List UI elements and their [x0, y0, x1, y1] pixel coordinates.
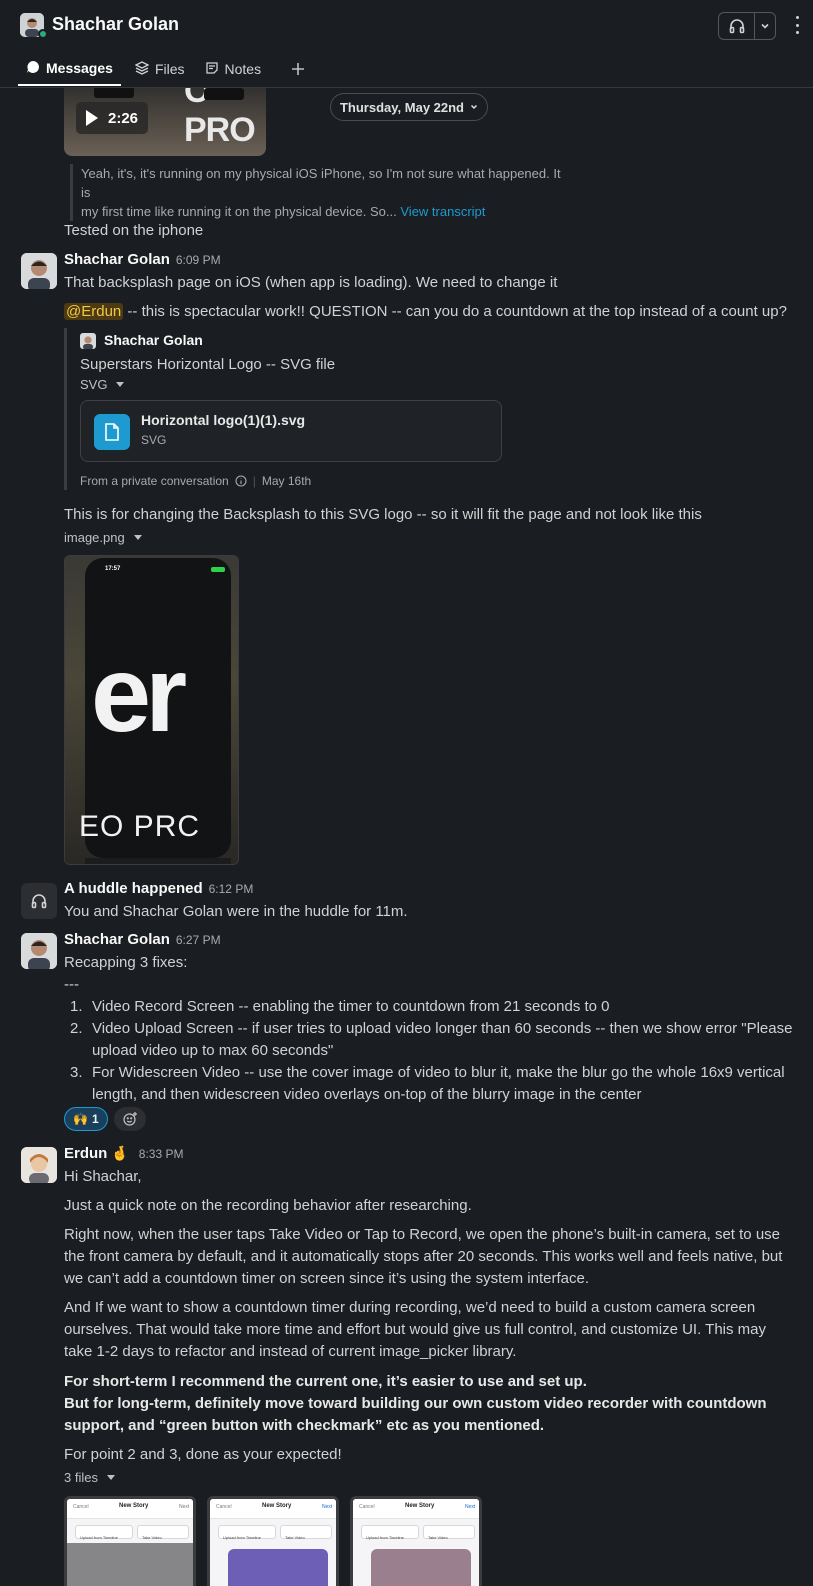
- note-icon: [205, 61, 219, 78]
- shared-date[interactable]: May 16th: [262, 474, 311, 488]
- message-timestamp[interactable]: 6:09 PM: [176, 253, 221, 267]
- presence-indicator: [38, 29, 48, 39]
- files-toggle[interactable]: 3 files: [64, 1470, 116, 1485]
- message-text-bold: For short-term I recommend the current o…: [64, 1373, 587, 1390]
- avatar[interactable]: [21, 933, 57, 969]
- file-thumbnail[interactable]: Cancel New Story Next Upload from Timeli…: [64, 1496, 196, 1586]
- info-icon[interactable]: [235, 475, 247, 487]
- channel-title[interactable]: Shachar Golan: [52, 14, 179, 35]
- transcript-line: my first time like running it on the phy…: [81, 204, 397, 219]
- message-timestamp[interactable]: 6:27 PM: [176, 933, 221, 947]
- file-type-label: SVG: [80, 377, 108, 392]
- avatar[interactable]: [21, 1147, 57, 1183]
- headphones-icon[interactable]: [719, 13, 755, 39]
- message-author[interactable]: Shachar Golan: [64, 931, 170, 948]
- message-text-bold: But for long-term, definitely move towar…: [64, 1395, 767, 1434]
- message-text: And If we want to show a countdown timer…: [64, 1299, 767, 1360]
- message-text: Tested on the iphone: [64, 222, 204, 239]
- shared-source: From a private conversation: [80, 474, 229, 488]
- message-list[interactable]: O PRO 2:26 Thursday, May 22nd Yeah, it's…: [0, 88, 813, 1586]
- video-duration: 2:26: [108, 109, 139, 127]
- transcript-preview: Yeah, it's, it's running on my physical …: [70, 164, 570, 221]
- file-name: Horizontal logo(1)(1).svg: [141, 412, 306, 428]
- huddle-button[interactable]: [718, 12, 776, 40]
- tab-label: Notes: [224, 61, 262, 77]
- image-bottom-text: EO PRC: [79, 810, 201, 843]
- huddle-icon: [21, 883, 57, 919]
- shared-meta: From a private conversation | May 16th: [80, 474, 312, 488]
- file-type: SVG: [141, 433, 167, 447]
- tab-bar: Messages Files Notes: [0, 52, 315, 88]
- caret-down-icon: [116, 381, 125, 387]
- message-text: That backsplash page on iOS (when app is…: [64, 274, 558, 291]
- huddle-title[interactable]: A huddle happened: [64, 880, 203, 897]
- more-options-icon[interactable]: [794, 14, 800, 36]
- reaction-emoji: 🙌: [73, 1112, 88, 1126]
- list-item: 2. Video Upload Screen -- if user tries t…: [70, 1020, 793, 1059]
- avatar[interactable]: [21, 253, 57, 289]
- message-text: Hi Shachar,: [64, 1168, 142, 1185]
- message-text: For point 2 and 3, done as your expected…: [64, 1446, 342, 1463]
- chevron-down-icon: [470, 104, 478, 110]
- channel-header: Shachar Golan Messages Files Notes: [0, 0, 813, 88]
- message-text: @Erdun -- this is spectacular work!! QUE…: [64, 301, 804, 323]
- tab-files[interactable]: Files: [127, 52, 193, 86]
- file-thumbnail[interactable]: Cancel New Story Next Upload from Timeli…: [350, 1496, 482, 1586]
- image-toggle[interactable]: image.png: [64, 530, 143, 545]
- phone-time: 17:57: [105, 566, 121, 572]
- reaction-count: 1: [91, 1112, 99, 1126]
- shared-author[interactable]: Shachar Golan: [104, 332, 203, 348]
- file-thumbnail[interactable]: Cancel New Story Next Upload from Timeli…: [207, 1496, 339, 1586]
- message-author[interactable]: Shachar Golan: [64, 251, 170, 268]
- tab-label: Files: [154, 61, 185, 77]
- files-count-label: 3 files: [64, 1470, 98, 1485]
- video-thumbnail[interactable]: O PRO 2:26: [64, 88, 266, 156]
- image-attachment[interactable]: 17:57 er EO PRC: [64, 555, 239, 865]
- list-item: 3. For Widescreen Video -- use the cover …: [70, 1064, 785, 1103]
- reactions-bar: 🙌 1: [64, 1107, 146, 1131]
- image-name: image.png: [64, 530, 125, 545]
- tab-messages[interactable]: Messages: [18, 52, 121, 86]
- user-mention[interactable]: @Erdun: [64, 303, 124, 320]
- layers-icon: [134, 60, 150, 78]
- message-text: Right now, when the user taps Take Video…: [64, 1226, 783, 1287]
- message-icon: [26, 60, 40, 77]
- status-emoji: 🤞: [111, 1145, 129, 1161]
- tab-label: Messages: [46, 60, 113, 76]
- file-icon: [94, 414, 130, 450]
- message-timestamp[interactable]: 6:12 PM: [209, 882, 254, 896]
- image-logo-text: er: [91, 633, 187, 754]
- huddle-text: You and Shachar Golan were in the huddle…: [64, 903, 408, 920]
- message-text: Recapping 3 fixes:: [64, 954, 188, 971]
- view-transcript-link[interactable]: View transcript: [400, 204, 485, 219]
- message-text: This is for changing the Backsplash to t…: [64, 506, 702, 523]
- caret-down-icon: [133, 534, 142, 540]
- avatar[interactable]: [80, 333, 96, 349]
- file-type-toggle[interactable]: SVG: [80, 377, 125, 392]
- chevron-down-icon[interactable]: [755, 13, 775, 39]
- add-tab-button[interactable]: [281, 52, 315, 86]
- date-label: Thursday, May 22nd: [339, 99, 464, 115]
- message-text: ---: [64, 976, 79, 993]
- shared-title: Superstars Horizontal Logo -- SVG file: [80, 356, 336, 373]
- play-icon: [86, 110, 98, 126]
- caret-down-icon: [106, 1474, 115, 1480]
- reaction-pill[interactable]: 🙌 1: [64, 1107, 108, 1131]
- tab-notes[interactable]: Notes: [197, 52, 270, 86]
- fixes-list: 1. Video Record Screen -- enabling the ti…: [64, 996, 794, 1106]
- list-item: 1. Video Record Screen -- enabling the ti…: [70, 998, 610, 1015]
- transcript-line: Yeah, it's, it's running on my physical …: [81, 166, 561, 200]
- message-timestamp[interactable]: 8:33 PM: [139, 1147, 184, 1161]
- message-text-segment: -- this is spectacular work!! QUESTION -…: [123, 303, 787, 320]
- play-button[interactable]: 2:26: [76, 102, 148, 134]
- file-card[interactable]: Horizontal logo(1)(1).svg SVG: [80, 400, 502, 462]
- add-reaction-button[interactable]: [113, 1107, 146, 1131]
- message-text: Just a quick note on the recording behav…: [64, 1197, 472, 1214]
- message-author[interactable]: Erdun: [64, 1145, 107, 1162]
- smiley-add-icon: [123, 1112, 137, 1126]
- date-divider[interactable]: Thursday, May 22nd: [330, 93, 488, 121]
